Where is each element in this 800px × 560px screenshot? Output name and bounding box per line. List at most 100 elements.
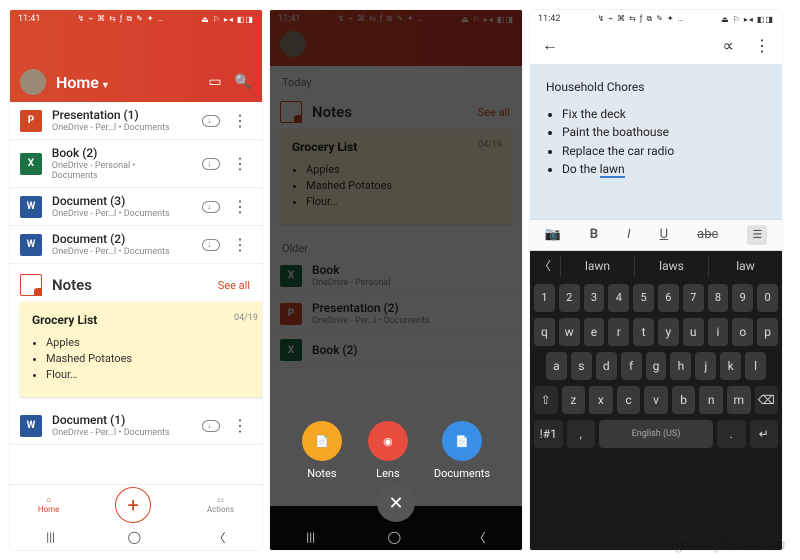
key-e[interactable]: e — [584, 318, 605, 346]
symbols-key[interactable]: !#1 — [534, 420, 563, 448]
key-v[interactable]: v — [644, 386, 668, 414]
avatar[interactable] — [20, 69, 46, 95]
comma-key[interactable]: , — [567, 420, 596, 448]
key-u[interactable]: u — [683, 318, 704, 346]
powerpoint-icon: P — [20, 110, 42, 132]
bullets-button[interactable]: ☰ — [747, 225, 767, 245]
key-g[interactable]: g — [646, 352, 667, 380]
key-9[interactable]: 9 — [732, 284, 753, 312]
key-8[interactable]: 8 — [708, 284, 729, 312]
note-title: Household Chores — [546, 78, 766, 97]
keyboard-back-icon[interactable]: 〈 — [530, 257, 560, 274]
note-item: Fix the deck — [562, 105, 766, 124]
android-nav[interactable]: |||◯〈 — [10, 524, 262, 550]
key-z[interactable]: z — [562, 386, 586, 414]
key-l[interactable]: l — [745, 352, 766, 380]
cloud-download-icon[interactable] — [202, 239, 220, 251]
fab-lens[interactable]: ◉Lens — [368, 421, 408, 480]
key-5[interactable]: 5 — [633, 284, 654, 312]
file-row[interactable]: W Document (1)OneDrive - Per…l • Documen… — [10, 407, 262, 445]
fab-menu: 📄Notes ◉Lens 📄Documents — [270, 421, 522, 480]
key-7[interactable]: 7 — [683, 284, 704, 312]
key-1[interactable]: 1 — [534, 284, 555, 312]
nav-actions[interactable]: ⚏Actions — [207, 495, 234, 514]
enter-key[interactable]: ↵ — [750, 420, 779, 448]
cloud-download-icon[interactable] — [202, 158, 220, 170]
cloud-download-icon[interactable] — [202, 420, 220, 432]
shift-key[interactable]: ⇧ — [534, 386, 558, 414]
key-n[interactable]: n — [699, 386, 723, 414]
more-icon[interactable]: ⋮ — [230, 111, 250, 130]
fab-close[interactable]: ✕ — [377, 484, 415, 522]
key-2[interactable]: 2 — [559, 284, 580, 312]
more-icon[interactable]: ⋮ — [230, 235, 250, 254]
key-s[interactable]: s — [571, 352, 592, 380]
fab-new[interactable]: + — [115, 487, 151, 523]
file-row[interactable]: W Document (3)OneDrive - Per…l • Documen… — [10, 188, 262, 226]
notes-icon — [20, 274, 42, 296]
see-all-link[interactable]: See all — [218, 279, 250, 292]
key-k[interactable]: k — [720, 352, 741, 380]
note-body[interactable]: Household Chores Fix the deck Paint the … — [530, 64, 782, 219]
editor-header: ← ∝ ⋮ — [530, 26, 782, 64]
key-h[interactable]: h — [670, 352, 691, 380]
key-c[interactable]: c — [617, 386, 641, 414]
backspace-key[interactable]: ⌫ — [755, 386, 779, 414]
key-w[interactable]: w — [559, 318, 580, 346]
strike-button[interactable]: abc — [697, 227, 718, 242]
back-icon[interactable]: ← — [542, 35, 558, 55]
share-icon[interactable]: ∝ — [723, 36, 734, 55]
key-y[interactable]: y — [658, 318, 679, 346]
key-a[interactable]: a — [546, 352, 567, 380]
underline-button[interactable]: U — [660, 227, 668, 242]
bold-button[interactable]: B — [590, 227, 598, 242]
key-j[interactable]: j — [695, 352, 716, 380]
key-r[interactable]: r — [608, 318, 629, 346]
note-card[interactable]: Grocery List 04/19 Apples Mashed Potatoe… — [20, 302, 262, 397]
bottom-nav: ⌂Home + ⚏Actions — [10, 484, 262, 524]
more-icon[interactable]: ⋮ — [230, 154, 250, 173]
file-row[interactable]: P Presentation (1)OneDrive - Per…l • Doc… — [10, 102, 262, 140]
note-item: Replace the car radio — [562, 142, 766, 161]
key-t[interactable]: t — [633, 318, 654, 346]
word-icon: W — [20, 234, 42, 256]
key-b[interactable]: b — [672, 386, 696, 414]
key-q[interactable]: q — [534, 318, 555, 346]
suggestion[interactable]: lawn — [560, 255, 634, 277]
period-key[interactable]: . — [717, 420, 746, 448]
file-row[interactable]: W Document (2)OneDrive - Per…l • Documen… — [10, 226, 262, 264]
camera-icon[interactable]: 📷 — [545, 227, 561, 242]
suggestion[interactable]: laws — [634, 255, 708, 277]
italic-button[interactable]: I — [627, 227, 630, 242]
fab-notes[interactable]: 📄Notes — [302, 421, 342, 480]
file-row[interactable]: X Book (2)OneDrive - Personal • Document… — [10, 140, 262, 188]
location-dropdown[interactable]: Home — [56, 73, 108, 92]
key-6[interactable]: 6 — [658, 284, 679, 312]
key-4[interactable]: 4 — [608, 284, 629, 312]
space-key[interactable]: English (US) — [599, 420, 713, 448]
search-icon[interactable]: 🔍 — [234, 73, 252, 91]
notes-icon: 📄 — [302, 421, 342, 461]
suggestion[interactable]: law — [708, 255, 782, 277]
android-nav[interactable]: |||◯〈 — [270, 524, 522, 550]
folder-icon[interactable]: ▭ — [206, 73, 224, 91]
more-icon[interactable]: ⋮ — [230, 197, 250, 216]
cloud-download-icon[interactable] — [202, 115, 220, 127]
key-d[interactable]: d — [596, 352, 617, 380]
key-x[interactable]: x — [589, 386, 613, 414]
more-icon[interactable]: ⋮ — [230, 416, 250, 435]
nav-home[interactable]: ⌂Home — [38, 495, 60, 514]
note-title: Grocery List — [32, 312, 256, 329]
key-f[interactable]: f — [621, 352, 642, 380]
key-0[interactable]: 0 — [757, 284, 778, 312]
more-icon[interactable]: ⋮ — [754, 36, 770, 55]
key-i[interactable]: i — [708, 318, 729, 346]
key-m[interactable]: m — [727, 386, 751, 414]
key-p[interactable]: p — [757, 318, 778, 346]
text-cursor: lawn — [600, 162, 625, 178]
fab-documents[interactable]: 📄Documents — [434, 421, 490, 480]
key-3[interactable]: 3 — [584, 284, 605, 312]
key-o[interactable]: o — [732, 318, 753, 346]
status-icons-left: ↯ ⌁ ⌘ ⇆ ƒ ⧉ ✎ ✦ … — [78, 14, 164, 24]
cloud-download-icon[interactable] — [202, 201, 220, 213]
